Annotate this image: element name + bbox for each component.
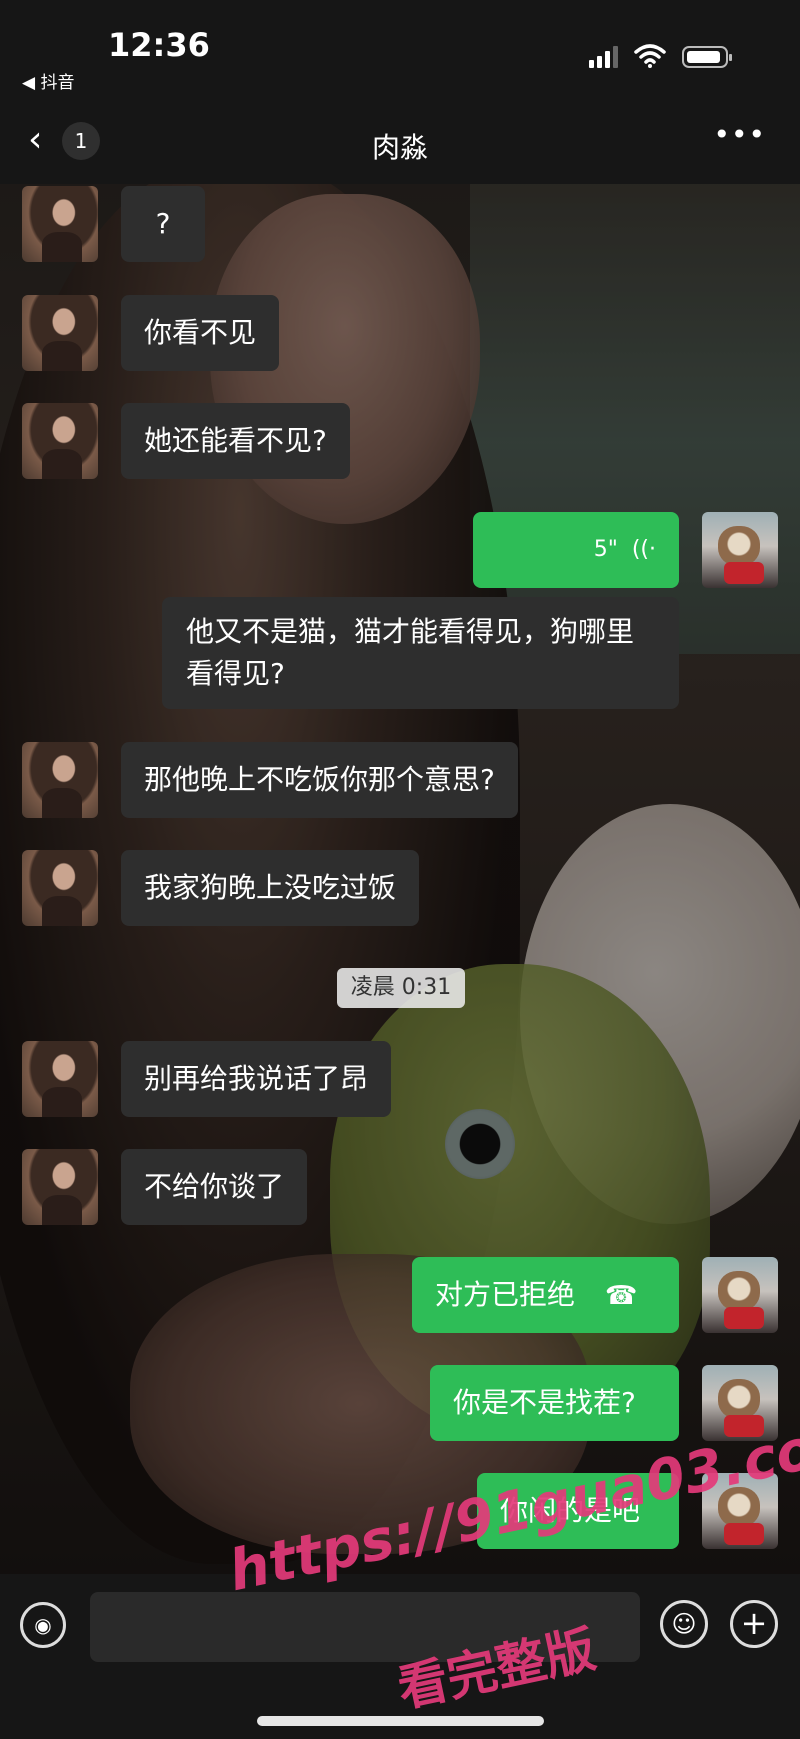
- self-avatar[interactable]: [702, 512, 778, 588]
- top-bar: 12:36 ◀ 抖音 ‹ 1 肉淼 •••: [0, 0, 800, 184]
- back-to-app-link[interactable]: ◀ 抖音: [22, 68, 74, 93]
- message-bubble-incoming[interactable]: 别再给我说话了昂: [121, 1041, 392, 1117]
- chat-title: 肉淼: [371, 131, 428, 164]
- message-bubble-incoming[interactable]: 我家狗晚上没吃过饭: [121, 850, 420, 926]
- wifi-icon: [634, 44, 666, 68]
- signal-icon: [589, 46, 618, 68]
- voice-wave-icon: ((·: [631, 537, 656, 562]
- plus-icon[interactable]: +: [730, 1600, 778, 1648]
- contact-avatar[interactable]: [22, 186, 98, 262]
- time-divider: 凌晨 0:31: [337, 968, 465, 1008]
- home-indicator[interactable]: [257, 1716, 544, 1726]
- voice-input-icon[interactable]: ◉: [20, 1602, 66, 1648]
- call-declined-bubble[interactable]: 对方已拒绝 ☎: [412, 1257, 679, 1333]
- voice-duration: 5": [593, 537, 618, 562]
- status-icons: [589, 44, 732, 68]
- message-bubble-incoming[interactable]: 她还能看不见?: [121, 403, 350, 479]
- contact-avatar[interactable]: [22, 1149, 98, 1225]
- message-bubble-incoming[interactable]: 不给你谈了: [121, 1149, 308, 1225]
- message-bubble-incoming[interactable]: 你看不见: [121, 295, 280, 371]
- battery-icon: [682, 46, 732, 68]
- call-status-text: 对方已拒绝: [435, 1278, 576, 1311]
- contact-avatar[interactable]: [22, 850, 98, 926]
- self-avatar[interactable]: [702, 1257, 778, 1333]
- contact-avatar[interactable]: [22, 295, 98, 371]
- voice-message-bubble[interactable]: 5" ((·: [473, 512, 679, 588]
- emoji-icon[interactable]: ☺: [660, 1600, 708, 1648]
- more-options-icon[interactable]: •••: [713, 118, 766, 151]
- contact-avatar[interactable]: [22, 1041, 98, 1117]
- message-bubble-outgoing[interactable]: 你是不是找茬?: [430, 1365, 679, 1441]
- hangup-phone-icon: ☎: [605, 1281, 638, 1311]
- message-bubble-incoming[interactable]: 他又不是猫，猫才能看得见，狗哪里看得见?: [162, 597, 679, 709]
- status-time: 12:36: [108, 26, 210, 64]
- contact-avatar[interactable]: [22, 403, 98, 479]
- message-bubble-incoming[interactable]: ?: [121, 186, 205, 262]
- message-bubble-incoming[interactable]: 那他晚上不吃饭你那个意思?: [121, 742, 518, 818]
- contact-avatar[interactable]: [22, 742, 98, 818]
